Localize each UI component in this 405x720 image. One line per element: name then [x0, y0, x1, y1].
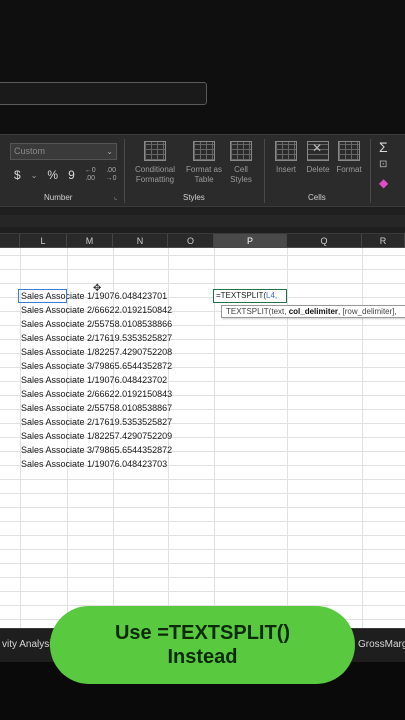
search-box[interactable]	[0, 82, 207, 105]
format-as-table-button[interactable]: Format as Table	[184, 141, 224, 185]
conditional-formatting-label-2: Formatting	[135, 175, 175, 184]
group-divider	[264, 139, 265, 203]
column-header-p[interactable]: P	[214, 234, 287, 248]
cell-l13[interactable]: Sales Associate 2/17619.5353525827	[21, 417, 172, 427]
cell-l15[interactable]: Sales Associate 3/79865.6544352872	[21, 445, 172, 455]
ribbon: Custom ⌄ $ ⌄ % 9 ←0.00 .00 →0 Number ⌞ Co…	[0, 134, 405, 206]
formula-text: =TEXTSPLIT(	[216, 291, 267, 300]
cell-l5[interactable]: Sales Associate 2/66622.0192150842	[21, 305, 172, 315]
number-format-value: Custom	[14, 146, 46, 156]
insert-label: Insert	[275, 165, 296, 174]
delete-label: Delete	[306, 165, 330, 174]
cell-l10[interactable]: Sales Associate 1/19076.048423702	[21, 375, 167, 385]
caption-line-1: Use =TEXTSPLIT()	[114, 622, 291, 644]
sheet-tab-gross-margin[interactable]: GrossMarg	[358, 639, 405, 650]
number-buttons: $ ⌄ % 9 ←0.00 .00 →0	[14, 167, 117, 183]
styles-group-label: Styles	[183, 193, 205, 202]
decrease-decimal-icon[interactable]: .00 →0	[106, 167, 117, 183]
autosum-icon[interactable]: Σ	[379, 139, 388, 155]
title-bar	[0, 0, 405, 134]
active-cell-p4[interactable]: =TEXTSPLIT(L4,	[213, 289, 287, 303]
grid-line	[214, 248, 215, 628]
dialog-launcher-icon[interactable]: ⌞	[114, 193, 117, 201]
format-button[interactable]: Format	[334, 141, 364, 175]
function-tooltip[interactable]: TEXTSPLIT(text, col_delimiter, [row_deli…	[221, 305, 405, 318]
clear-eraser-icon[interactable]: ◆	[379, 176, 388, 190]
cell-styles-icon	[230, 141, 252, 161]
sheet-tab-activity-analysis[interactable]: vity Analysi	[2, 639, 51, 650]
caption-overlay: Use =TEXTSPLIT() Instead	[50, 606, 355, 684]
group-divider	[370, 139, 371, 203]
cell-l14[interactable]: Sales Associate 1/82257.4290752209	[21, 431, 172, 441]
tooltip-active-arg: col_delimiter	[288, 307, 339, 316]
formula-input[interactable]	[0, 215, 405, 227]
cell-l12[interactable]: Sales Associate 2/55758.0108538867	[21, 403, 172, 413]
chevron-down-icon: ⌄	[30, 170, 38, 180]
tooltip-text-before: TEXTSPLIT(text,	[226, 307, 289, 316]
conditional-formatting-button[interactable]: Conditional Formatting	[130, 141, 180, 185]
chevron-down-icon: ⌄	[106, 147, 113, 156]
format-icon	[338, 141, 360, 161]
format-as-table-icon	[193, 141, 215, 161]
move-cursor-icon: ✥	[93, 283, 102, 294]
column-header-r[interactable]: R	[362, 234, 405, 248]
currency-format-button[interactable]: $	[14, 168, 21, 182]
delete-button[interactable]: Delete	[303, 141, 333, 175]
conditional-formatting-label-1: Conditional	[134, 165, 176, 174]
formula-bar	[0, 206, 405, 234]
format-as-table-label-1: Format as	[185, 165, 222, 174]
format-label: Format	[336, 165, 362, 174]
cell-l6[interactable]: Sales Associate 2/55758.0108538866	[21, 319, 172, 329]
percent-format-button[interactable]: %	[47, 168, 58, 182]
insert-button[interactable]: Insert	[270, 141, 302, 175]
selection-outline	[18, 289, 67, 303]
cell-l16[interactable]: Sales Associate 1/19076.048423703	[21, 459, 167, 469]
delete-icon	[307, 141, 329, 161]
conditional-formatting-icon	[144, 141, 166, 161]
column-header-q[interactable]: Q	[287, 234, 362, 248]
column-headers: L M N O P Q R	[0, 234, 405, 248]
format-as-table-label-2: Table	[194, 175, 214, 184]
column-header-o[interactable]: O	[168, 234, 214, 248]
cells-group-label: Cells	[308, 193, 326, 202]
cell-styles-label-2: Styles	[230, 175, 252, 184]
column-header-l[interactable]: L	[20, 234, 67, 248]
number-format-dropdown[interactable]: Custom ⌄	[10, 143, 117, 160]
worksheet-grid[interactable]: Sales Associate 1/19076.048423701 Sales …	[0, 248, 405, 628]
tooltip-text-after: , [row_delimiter],	[338, 307, 397, 316]
number-group-label: Number	[44, 193, 73, 202]
column-header-m[interactable]: M	[67, 234, 113, 248]
cell-l7[interactable]: Sales Associate 2/17619.5353525827	[21, 333, 172, 343]
insert-icon	[275, 141, 297, 161]
cell-l9[interactable]: Sales Associate 3/79865.6544352872	[21, 361, 172, 371]
fill-icon[interactable]: ⊡	[379, 159, 387, 170]
cell-l8[interactable]: Sales Associate 1/82257.4290752208	[21, 347, 172, 357]
group-divider	[124, 139, 125, 203]
cell-l11[interactable]: Sales Associate 2/66622.0192150843	[21, 389, 172, 399]
corner-cell[interactable]	[0, 234, 20, 248]
formula-reference: L4,	[266, 291, 278, 300]
caption-line-2: Instead	[167, 646, 238, 668]
comma-style-button[interactable]: 9	[68, 168, 75, 182]
cell-styles-label-1: Cell	[234, 165, 248, 174]
cell-styles-button[interactable]: Cell Styles	[224, 141, 258, 185]
increase-decimal-icon[interactable]: ←0.00	[85, 167, 96, 183]
column-header-n[interactable]: N	[113, 234, 168, 248]
